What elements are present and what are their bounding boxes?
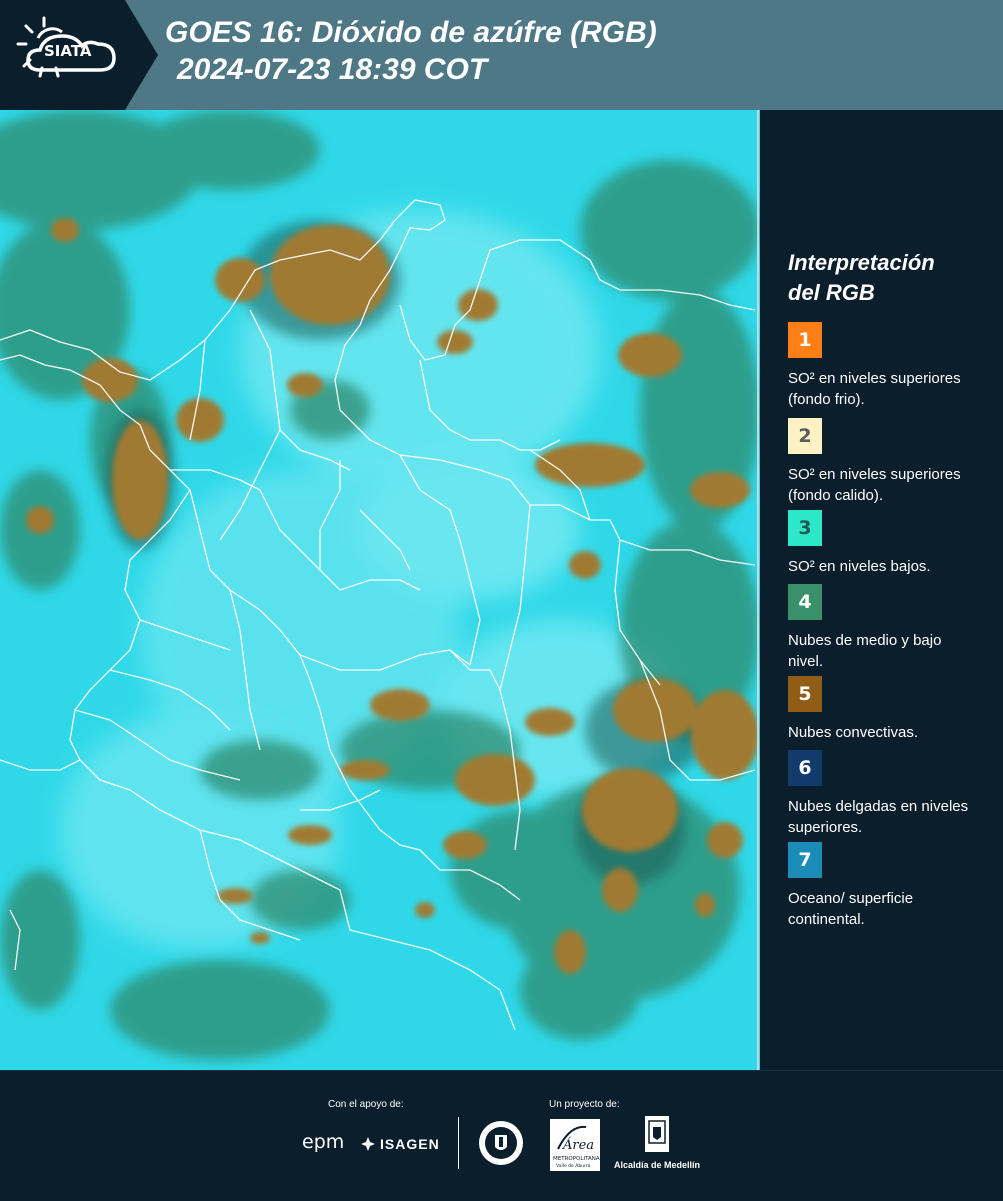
isagen-icon <box>361 1137 375 1151</box>
epm-logo: epm <box>302 1131 345 1153</box>
legend-number: 4 <box>798 591 812 613</box>
legend-item-7: 7 Oceano/ superficie continental. <box>788 842 998 930</box>
legend-title: Interpretación del RGB <box>788 248 998 308</box>
isagen-text: ISAGEN <box>380 1136 440 1152</box>
alcaldia-logo: Alcaldía de Medellín <box>611 1115 703 1171</box>
legend-item-6: 6 Nubes delgadas en niveles superiores. <box>788 750 998 838</box>
legend-swatch-4: 4 <box>788 584 822 620</box>
isagen-logo: ISAGEN <box>360 1133 440 1155</box>
legend-label: Oceano/ superficie continental. <box>788 890 914 928</box>
legend-number: 6 <box>798 757 812 779</box>
medellin-shield-icon <box>645 1116 669 1152</box>
logo-text: SIATA <box>44 42 92 60</box>
footer: Con el apoyo de: Un proyecto de: epm ISA… <box>0 1070 1003 1201</box>
legend-item-2: 2 SO² en niveles superiores (fondo calid… <box>788 418 998 506</box>
legend-swatch-5: 5 <box>788 676 822 712</box>
map-border <box>757 110 759 1070</box>
header-bar: SIATA GOES 16: Dióxido de azúfre (RGB) 2… <box>0 0 1003 110</box>
title-datetime: 2024-07-23 18:39 COT <box>177 53 488 86</box>
legend-swatch-7: 7 <box>788 842 822 878</box>
siata-logo: SIATA <box>14 14 126 96</box>
legend-item-4: 4 Nubes de medio y bajo nivel. <box>788 584 998 672</box>
area-logo-subtext2: Valle de Aburrá <box>556 1162 591 1169</box>
legend-label: Nubes delgadas en niveles superiores. <box>788 798 969 836</box>
page-title: GOES 16: Dióxido de azúfre (RGB) 2024-07… <box>165 14 785 88</box>
legend-number: 2 <box>798 425 812 447</box>
area-logo-text: Área <box>562 1137 594 1153</box>
legend-item-1: 1 SO² en niveles superiores (fondo frio)… <box>788 322 998 410</box>
legend-label: SO² en niveles bajos. <box>788 558 931 575</box>
area-logo-subtext: METROPOLITANA <box>553 1156 600 1162</box>
alcaldia-text: Alcaldía de Medellín <box>613 1160 701 1170</box>
legend-item-3: 3 SO² en niveles bajos. <box>788 510 998 577</box>
legend-label: SO² en niveles superiores (fondo frio). <box>788 370 961 408</box>
legend-panel: Interpretación del RGB 1 SO² en niveles … <box>760 110 1003 1070</box>
support-label: Con el apoyo de: <box>328 1099 404 1110</box>
footer-divider <box>458 1117 459 1169</box>
legend-label: Nubes de medio y bajo nivel. <box>788 632 942 670</box>
legend-number: 1 <box>798 329 812 351</box>
legend-swatch-2: 2 <box>788 418 822 454</box>
legend-label: Nubes convectivas. <box>788 724 919 741</box>
medellin-seal-icon <box>477 1119 525 1167</box>
legend-title-line2: del RGB <box>788 280 875 305</box>
legend-swatch-1: 1 <box>788 322 822 358</box>
legend-swatch-3: 3 <box>788 510 822 546</box>
legend-number: 7 <box>798 849 812 871</box>
legend-swatch-6: 6 <box>788 750 822 786</box>
legend-number: 5 <box>798 683 812 705</box>
legend-title-line1: Interpretación <box>788 250 935 275</box>
legend-label: SO² en niveles superiores (fondo calido)… <box>788 466 961 504</box>
legend-number: 3 <box>798 517 812 539</box>
legend-item-5: 5 Nubes convectivas. <box>788 676 998 743</box>
satellite-map[interactable] <box>0 110 760 1070</box>
title-product: GOES 16: Dióxido de azúfre (RGB) <box>165 16 657 49</box>
project-label: Un proyecto de: <box>549 1099 620 1110</box>
area-metropolitana-logo: Área METROPOLITANA Valle de Aburrá <box>550 1119 600 1171</box>
